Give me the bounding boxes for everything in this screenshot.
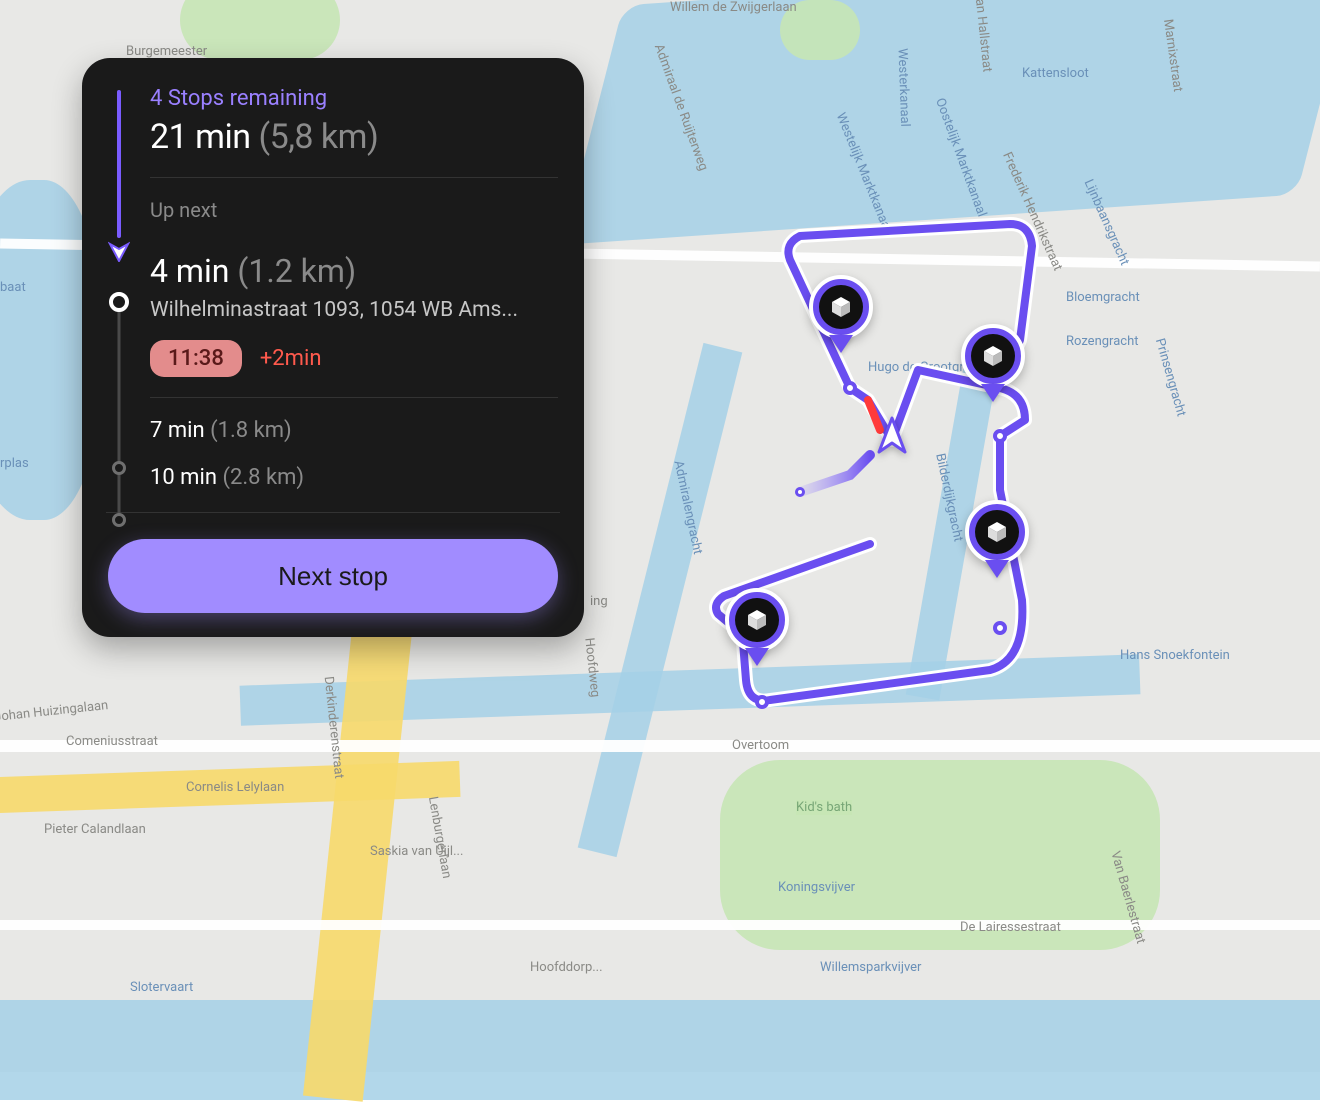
later-stop: 10 min (2.8 km) <box>150 465 558 490</box>
package-icon <box>971 334 1015 378</box>
up-next-label: Up next <box>150 198 558 222</box>
package-icon <box>975 510 1019 554</box>
map-pin[interactable] <box>961 324 1025 404</box>
route-panel: 4 Stops remaining 21 min (5,8 km) Up nex… <box>82 58 584 637</box>
timeline-stop-icon <box>112 513 126 527</box>
timeline-current-stop-icon <box>109 292 129 312</box>
later-stop-time: 10 min <box>150 465 217 490</box>
total-eta: 21 min (5,8 km) <box>150 117 558 157</box>
later-stop-distance: (2.8 km) <box>222 465 304 490</box>
divider <box>106 512 560 513</box>
total-time-value: 21 min <box>150 117 251 157</box>
divider <box>150 177 558 178</box>
route-stop-dot <box>993 621 1007 635</box>
next-stop-button[interactable]: Next stop <box>108 539 558 613</box>
package-icon <box>735 598 779 642</box>
divider <box>150 397 558 398</box>
total-distance-value: (5,8 km) <box>258 117 378 157</box>
next-stop-address: Wilhelminastraat 1093, 1054 WB Ams... <box>150 298 558 322</box>
next-stop-eta: 4 min (1.2 km) <box>150 252 558 290</box>
delay-label: +2min <box>260 346 322 371</box>
navigation-arrow-icon <box>875 416 909 460</box>
later-stop-time: 7 min <box>150 418 205 443</box>
later-stop: 7 min (1.8 km) <box>150 418 558 443</box>
route-stop-dot <box>843 381 857 395</box>
next-stop-time: 4 min <box>150 252 229 290</box>
package-icon <box>819 285 863 329</box>
eta-badge: 11:38 <box>150 340 242 377</box>
later-stop-distance: (1.8 km) <box>210 418 292 443</box>
next-stop-distance: (1.2 km) <box>237 252 356 290</box>
map-pin[interactable] <box>725 588 789 668</box>
route-origin-dot <box>795 487 805 497</box>
route-stop-dot <box>993 429 1007 443</box>
map-pin[interactable] <box>965 500 1029 580</box>
map-pin[interactable] <box>809 275 873 355</box>
route-stop-dot <box>755 695 769 709</box>
timeline <box>108 86 130 490</box>
timeline-stop-icon <box>112 461 126 475</box>
stops-remaining-label: 4 Stops remaining <box>150 86 558 111</box>
